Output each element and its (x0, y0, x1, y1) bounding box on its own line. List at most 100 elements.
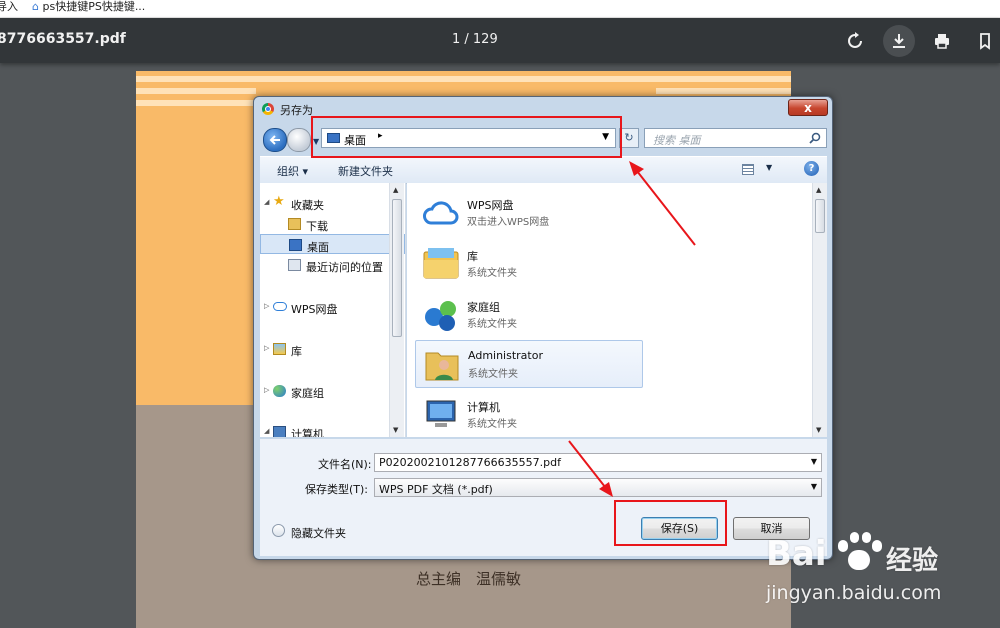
homegroup-icon (273, 385, 286, 397)
download-icon (893, 34, 905, 48)
bookmark-import[interactable]: 导入 (0, 0, 18, 14)
arrow-left-icon (269, 135, 280, 145)
watermark-brand2: 经验 (886, 546, 939, 576)
nav-label: 家庭组 (291, 387, 324, 400)
filename-label: 文件名(N): (318, 458, 372, 471)
filename-value: P0202002101287766635557.pdf (379, 456, 561, 469)
file-list-scrollbar[interactable]: ▲ ▼ (812, 183, 827, 437)
nav-label: 桌面 (307, 241, 329, 254)
help-icon[interactable]: ? (804, 161, 819, 176)
nav-label: 最近访问的位置 (306, 261, 383, 274)
file-name: 家庭组 (467, 301, 500, 314)
forward-button[interactable] (287, 128, 311, 152)
scroll-down-icon[interactable]: ▼ (393, 426, 398, 434)
pdf-toolbar: 8776663557.pdf 1 / 129 (0, 18, 1000, 63)
filetype-select[interactable]: WPS PDF 文档 (*.pdf) ▼ (374, 478, 822, 497)
cover-stripe (136, 76, 791, 82)
scroll-down-icon[interactable]: ▼ (816, 426, 821, 434)
filetype-value: WPS PDF 文档 (*.pdf) (379, 483, 493, 496)
file-name: WPS网盘 (467, 199, 514, 212)
filetype-dropdown-icon[interactable]: ▼ (811, 482, 817, 491)
recent-places-icon (288, 259, 301, 271)
cover-stripe (136, 100, 256, 106)
search-placeholder: 搜索 桌面 (653, 134, 701, 147)
scroll-thumb[interactable] (815, 199, 825, 233)
pdf-filename: 8776663557.pdf (0, 31, 126, 47)
scroll-thumb[interactable] (392, 199, 402, 337)
view-dropdown-icon[interactable]: ▼ (766, 163, 772, 172)
file-desc: 双击进入WPS网盘 (467, 217, 550, 228)
editor-credit: 总主编 温儒敏 (416, 570, 522, 588)
collapse-triangle-icon[interactable]: ◢ (264, 198, 269, 206)
rotate-button[interactable] (839, 25, 871, 57)
file-item-administrator[interactable]: Administrator 系统文件夹 (415, 340, 643, 388)
nav-item-favorites[interactable]: ◢ ★ 收藏夹 (260, 193, 405, 213)
file-item-homegroup[interactable]: 家庭组 系统文件夹 (415, 291, 643, 339)
search-icon (809, 132, 821, 144)
organize-menu[interactable]: 组织 ▾ (277, 163, 308, 179)
file-desc: 系统文件夹 (467, 319, 517, 330)
user-folder-icon (425, 352, 459, 381)
search-input[interactable]: 搜索 桌面 (644, 128, 827, 148)
close-button[interactable]: x (788, 99, 828, 116)
expand-triangle-icon[interactable]: ▷ (264, 344, 269, 352)
file-desc: 系统文件夹 (467, 268, 517, 279)
address-highlight-box (311, 116, 622, 158)
file-item-wps-cloud[interactable]: WPS网盘 双击进入WPS网盘 (415, 189, 643, 237)
desktop-icon (289, 239, 302, 251)
file-desc: 系统文件夹 (468, 369, 518, 380)
back-button[interactable] (263, 128, 287, 152)
library-icon (423, 248, 459, 279)
nav-item-libraries[interactable]: ▷ 库 (260, 339, 405, 359)
nav-label: 计算机 (291, 428, 324, 437)
page-indicator: 1 / 129 (452, 32, 498, 47)
nav-item-computer[interactable]: ◢ 计算机 (260, 422, 405, 437)
collapse-triangle-icon[interactable]: ◢ (264, 427, 269, 435)
computer-icon (426, 400, 456, 427)
chrome-icon (262, 103, 274, 115)
expand-triangle-icon[interactable]: ▷ (264, 386, 269, 394)
filetype-label: 保存类型(T): (305, 483, 369, 496)
print-button[interactable] (926, 25, 958, 57)
file-item-computer[interactable]: 计算机 系统文件夹 (415, 391, 643, 437)
nav-item-homegroup[interactable]: ▷ 家庭组 (260, 381, 405, 401)
command-bar: 组织 ▾ 新建文件夹 ▼ ? (260, 156, 827, 184)
nav-scrollbar[interactable]: ▲ ▼ (389, 183, 404, 437)
library-icon (273, 343, 286, 355)
chevron-up-icon (272, 524, 285, 537)
download-button[interactable] (883, 25, 915, 57)
file-name: 计算机 (467, 401, 500, 414)
refresh-button[interactable]: ↻ (619, 128, 639, 148)
bookmark-ps-label: ps快捷键PS快捷键... (42, 0, 146, 13)
bookmark-icon (980, 33, 990, 50)
cover-stripe (136, 88, 256, 94)
cover-stripe (656, 88, 791, 94)
nav-label: 库 (291, 345, 302, 358)
file-item-libraries[interactable]: 库 系统文件夹 (415, 240, 643, 288)
bookmark-button[interactable] (969, 25, 1000, 57)
homegroup-icon (425, 301, 456, 331)
nav-item-downloads[interactable]: 下载 (260, 214, 405, 234)
bookmark-ps-shortcuts[interactable]: ⌂ ps快捷键PS快捷键... (32, 0, 145, 14)
file-desc: 系统文件夹 (467, 419, 517, 430)
cloud-icon (423, 201, 459, 225)
file-name: 库 (467, 250, 478, 263)
filename-dropdown-icon[interactable]: ▼ (811, 457, 817, 466)
filename-field[interactable]: P0202002101287766635557.pdf ▼ (374, 453, 822, 472)
save-as-dialog: 另存为 x ▼ 桌面 ▸ ▼ ↻ 搜索 桌面 组织 ▾ 新建文件夹 ▼ ? ◢ … (253, 96, 833, 560)
scroll-up-icon[interactable]: ▲ (816, 186, 821, 194)
scroll-up-icon[interactable]: ▲ (393, 186, 398, 194)
print-icon (935, 34, 949, 49)
refresh-icon: ↻ (624, 131, 634, 144)
save-options-area: 文件名(N): P0202002101287766635557.pdf ▼ 保存… (260, 439, 827, 556)
nav-item-desktop[interactable]: 桌面 (260, 234, 405, 254)
navigation-pane: ◢ ★ 收藏夹 下载 桌面 最近访问的位置 ▷ WPS网盘 ▷ 库 ▷ 家庭组 … (260, 183, 406, 437)
file-name: Administrator (468, 349, 543, 362)
expand-triangle-icon[interactable]: ▷ (264, 302, 269, 310)
bookmark-favicon-icon: ⌂ (32, 0, 39, 13)
nav-item-wps-cloud[interactable]: ▷ WPS网盘 (260, 297, 405, 317)
new-folder-button[interactable]: 新建文件夹 (338, 163, 393, 179)
view-options-icon[interactable] (742, 164, 754, 175)
bookmarks-bar: 导入 ⌂ ps快捷键PS快捷键... (0, 0, 1000, 18)
nav-item-recent[interactable]: 最近访问的位置 (260, 255, 405, 275)
